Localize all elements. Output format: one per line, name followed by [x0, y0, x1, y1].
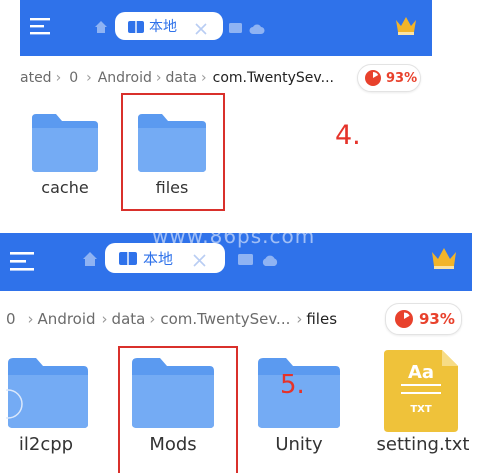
chevron-right-icon: ›	[296, 310, 303, 328]
chevron-right-icon: ›	[55, 70, 62, 86]
folder-icon	[0, 356, 90, 434]
storage-percent: 93%	[386, 70, 418, 86]
step-label-4: 4.	[335, 120, 361, 151]
breadcrumb-item[interactable]: ated	[20, 68, 52, 88]
menu-icon[interactable]	[10, 249, 36, 273]
folder-unity[interactable]: Unity	[252, 352, 346, 462]
item-label: il2cpp	[18, 434, 74, 455]
breadcrumb: ated › 0 › Android › data › com.TwentySe…	[20, 68, 334, 88]
chevron-right-icon: ›	[27, 310, 34, 328]
highlight-box-files	[121, 93, 225, 211]
chevron-right-icon: ›	[101, 310, 108, 328]
txt-file-icon: Aa TXT	[382, 350, 460, 432]
folder-icon	[30, 112, 100, 176]
local-storage-tab[interactable]: 本地	[115, 12, 223, 40]
cloud-icon[interactable]	[261, 252, 279, 266]
top-app-bar	[20, 0, 432, 56]
breadcrumb-item[interactable]: Android	[38, 308, 96, 330]
highlight-box-mods	[118, 346, 238, 473]
chevron-right-icon: ›	[201, 70, 207, 86]
breadcrumb-current[interactable]: files	[306, 308, 337, 330]
folder-il2cpp[interactable]: il2cpp	[0, 352, 92, 462]
home-icon[interactable]	[94, 19, 108, 33]
storage-badge[interactable]: 93%	[357, 64, 421, 92]
book-icon	[119, 251, 137, 266]
breadcrumb-item[interactable]: data	[112, 308, 146, 330]
folder-label: cache	[41, 178, 89, 197]
crown-icon[interactable]	[394, 14, 418, 36]
chevron-right-icon: ›	[86, 70, 92, 86]
book-icon	[128, 19, 144, 33]
breadcrumb: 0 › Android › data › com.TwentySev... › …	[6, 308, 337, 330]
storage-pie-icon	[365, 70, 381, 86]
breadcrumb-item[interactable]: 0	[69, 68, 78, 88]
breadcrumb-item[interactable]: data	[165, 68, 197, 88]
watermark: www.86ps.com	[152, 224, 316, 248]
close-tab-icon[interactable]	[195, 20, 207, 35]
close-tab-icon[interactable]	[193, 252, 206, 267]
window-icon[interactable]	[238, 252, 253, 265]
breadcrumb-item[interactable]: com.TwentySev...	[160, 308, 290, 330]
txt-icon-type: TXT	[410, 404, 432, 415]
breadcrumb-item[interactable]: 0	[6, 308, 16, 330]
storage-badge[interactable]: 93%	[385, 303, 462, 335]
home-icon[interactable]	[82, 251, 98, 267]
cloud-icon[interactable]	[249, 20, 265, 34]
item-label: Unity	[275, 434, 323, 455]
txt-icon-aa: Aa	[407, 362, 435, 383]
chevron-right-icon: ›	[155, 70, 162, 86]
breadcrumb-item[interactable]: Android	[98, 68, 152, 88]
crown-icon[interactable]	[430, 245, 458, 271]
storage-pie-icon	[395, 310, 413, 328]
breadcrumb-current[interactable]: com.TwentySev...	[213, 68, 334, 88]
tab-label: 本地	[143, 249, 174, 268]
menu-icon[interactable]	[30, 15, 52, 37]
window-icon[interactable]	[229, 20, 242, 33]
item-label: setting.txt	[376, 434, 470, 455]
step-label-5: 5.	[280, 370, 305, 400]
file-setting-txt[interactable]: Aa TXT setting.txt	[370, 350, 476, 462]
chevron-right-icon: ›	[149, 310, 156, 328]
folder-cache[interactable]: cache	[28, 110, 102, 206]
tab-label: 本地	[149, 19, 177, 35]
storage-percent: 93%	[419, 310, 455, 328]
